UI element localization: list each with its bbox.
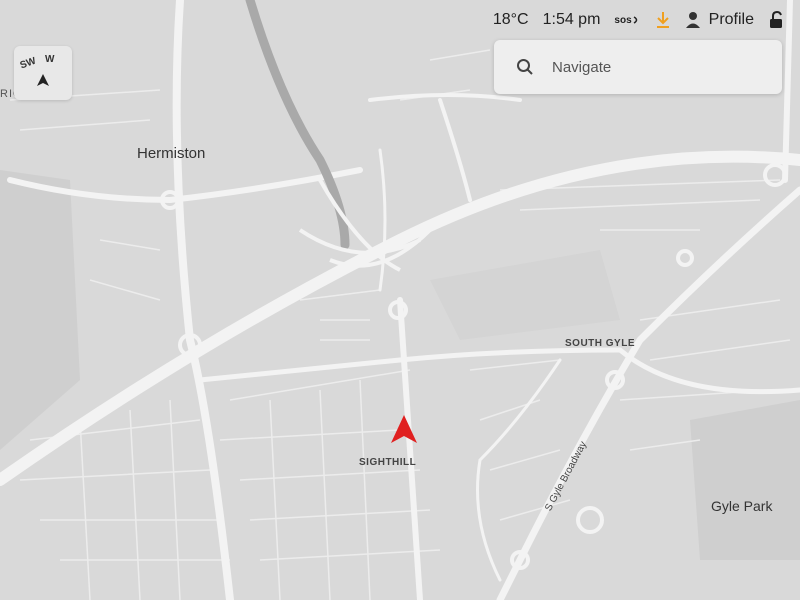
navigate-search-box[interactable]: Navigate <box>494 40 782 94</box>
unlock-icon[interactable] <box>768 11 784 29</box>
place-label-gyle-park: Gyle Park <box>711 498 773 514</box>
sos-signal-icon <box>633 16 637 24</box>
place-label-hermiston: Hermiston <box>137 145 206 162</box>
place-label-south-gyle: SOUTH GYLE <box>565 338 636 349</box>
compass-label-w: W <box>45 54 55 65</box>
compass-button[interactable]: SW W <box>14 46 72 100</box>
sos-button[interactable]: sos <box>614 15 640 26</box>
search-input[interactable]: Navigate <box>552 59 611 76</box>
person-icon <box>685 12 700 28</box>
download-icon[interactable] <box>655 11 671 29</box>
heading-arrow-icon <box>37 74 49 86</box>
status-bar: 18°C 1:54 pm sos Profile <box>400 6 800 34</box>
profile-label: Profile <box>708 11 754 28</box>
park-area-gyle <box>690 400 800 560</box>
clock: 1:54 pm <box>542 11 601 28</box>
sos-label: sos <box>614 14 632 26</box>
profile-button[interactable]: Profile <box>685 11 754 29</box>
search-icon <box>517 59 533 75</box>
compass-label-sw: SW <box>18 55 38 72</box>
temperature: 18°C <box>492 11 529 28</box>
place-label-sighthill: SIGHTHILL <box>359 457 417 468</box>
vehicle-position-arrow-icon <box>391 415 417 443</box>
